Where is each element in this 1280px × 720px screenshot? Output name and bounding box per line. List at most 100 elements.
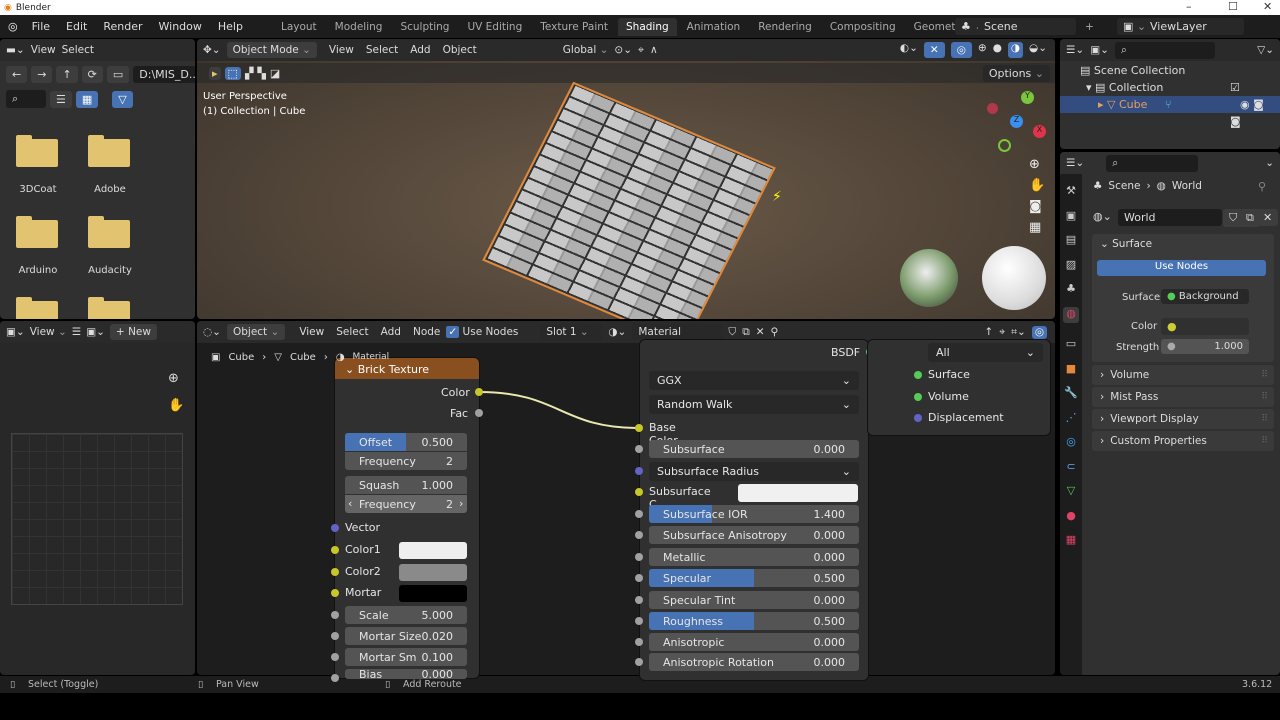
input-socket[interactable] [635,658,643,666]
fac-output-socket[interactable] [475,409,483,417]
menu-render[interactable]: Render [95,20,150,33]
tab-compositing[interactable]: Compositing [822,18,904,36]
options-button[interactable]: Options [982,64,1050,82]
zoom-icon[interactable]: ⊕ [168,371,179,386]
use-nodes-checkbox[interactable]: ✓ Use Nodes [446,326,518,338]
strength-field[interactable]: ● 1.000 [1161,339,1249,354]
node-menu-add[interactable]: Add [381,326,401,338]
cube-row[interactable]: ▸ ▽ Cube ⑂ ◉ ◙ [1060,96,1280,113]
light-object[interactable]: ⚡ [772,189,782,205]
panel-mist-pass[interactable]: › Mist Pass ⠿ [1092,387,1274,407]
bsdf-input-field[interactable]: Subsurface IOR 1.400 [649,505,859,523]
bsdf-input-field[interactable]: Roughness 0.500 [649,612,859,630]
tab-texture-paint[interactable]: Texture Paint [532,18,616,36]
tab-modeling[interactable]: Modeling [327,18,391,36]
pan-hand-icon[interactable]: ✋ [168,398,184,413]
visibility-icon[interactable]: ◐⌄ [900,42,918,58]
panel-volume[interactable]: › Volume ⠿ [1092,365,1274,385]
input-socket[interactable] [635,574,643,582]
cube-visibility-icons[interactable]: ◉ ◙ [1240,96,1264,113]
input-socket[interactable] [635,553,643,561]
use-nodes-button[interactable]: Use Nodes [1097,260,1266,276]
view-layer-icon[interactable]: ▨ [1063,258,1079,274]
editor-type-icon[interactable]: ◌⌄ [203,326,221,338]
drag-handle-icon[interactable]: ⠿ [1261,436,1268,446]
tab-shading[interactable]: Shading [618,17,677,36]
subsurface-radius-socket[interactable] [635,467,643,475]
viewport-menu-view[interactable]: View [329,44,354,56]
folder-icon[interactable] [16,216,58,248]
folder-label[interactable]: Adobe [74,184,146,195]
select-mode-extend[interactable]: ▞ [245,67,253,80]
snap-target-icon[interactable]: ⌗⌄ [1011,326,1026,339]
blender-menu-icon[interactable]: ◎ [0,20,24,33]
scene-name-field[interactable]: Scene [978,18,1076,35]
proportional-edit-icon[interactable]: ∧ [650,44,658,56]
color-socket-field[interactable]: ● [1161,318,1249,335]
input-socket[interactable] [331,632,339,640]
surface-panel-header[interactable]: ⌄ Surface [1100,238,1152,250]
select-tool-icon[interactable]: ▸ [209,66,221,80]
camera-view-icon[interactable]: ◙ [1029,199,1045,214]
folder-icon[interactable] [16,297,58,319]
drag-handle-icon[interactable]: ⠿ [1261,370,1268,380]
hamburger-menu-icon[interactable]: ☰ [72,326,81,338]
output-icon[interactable]: ▤ [1063,233,1079,249]
select-menu[interactable]: Select [62,44,94,56]
increment-arrow-icon[interactable]: › [459,497,463,510]
solid-shading[interactable]: ● [993,42,1002,58]
search-icon[interactable]: ⌕ [6,90,46,108]
display-mode-icon[interactable]: ▣⌄ [1090,44,1109,56]
offset-field[interactable]: Offset 0.500 [345,433,467,451]
z-axis-icon[interactable]: Z [1010,115,1023,128]
decrement-arrow-icon[interactable]: ‹ [348,497,352,510]
scene-icon[interactable]: ♣ [1063,282,1079,298]
options-chevron-icon[interactable]: ⌄ [1265,157,1274,169]
parent-node-tree-icon[interactable]: ↑ [984,326,993,339]
input-socket[interactable] [635,638,643,646]
menu-window[interactable]: Window [151,20,210,33]
parent-dir-button[interactable]: ↑ [56,66,78,83]
displacement-input-socket[interactable] [914,414,922,422]
bsdf-input-field[interactable]: Anisotropic Rotation 0.000 [649,653,859,671]
mode-selector[interactable]: Object Mode [226,42,317,58]
refresh-button[interactable]: ⟳ [81,66,103,83]
folder-label[interactable]: Arduino [2,265,74,276]
pan-hand-icon[interactable]: ✋ [1029,178,1045,193]
breadcrumb-material[interactable]: Material [353,352,390,363]
world-icon[interactable]: ◍ [1063,306,1079,323]
brick-input-field[interactable]: Bias 0.000 [345,669,467,679]
bsdf-input-field[interactable]: Metallic 0.000 [649,548,859,566]
unlink-icon[interactable]: ✕ [756,326,765,338]
view-layer-field[interactable]: ViewLayer [1144,18,1244,35]
input-socket[interactable] [635,617,643,625]
subsurface-method-dropdown[interactable]: Random Walk ⌄ [649,395,859,414]
squash-frequency-field[interactable]: Frequency 2 [345,495,467,513]
slot-selector[interactable]: Slot 1 [540,324,603,340]
subsurface-radius-dropdown[interactable]: Subsurface Radius ⌄ [649,462,859,481]
subsurface-color-socket[interactable] [635,488,643,496]
node-menu-view[interactable]: View [299,326,324,338]
perspective-grid-icon[interactable]: ▦ [1029,220,1045,235]
folder-icon[interactable] [88,135,130,167]
tab-uv-editing[interactable]: UV Editing [459,18,530,36]
menu-file[interactable]: File [24,20,58,33]
brick-input-field[interactable]: Scale 5.000 [345,606,467,624]
target-dropdown[interactable]: All ⌄ [928,343,1043,362]
properties-search-icon[interactable]: ⌕ [1106,154,1199,172]
material-name-field[interactable]: Material [632,324,723,340]
rendered-shading[interactable]: ◒⌄ [1029,42,1047,58]
view-menu[interactable]: View [31,44,56,56]
breadcrumb-mesh[interactable]: Cube [290,352,316,363]
color-output-socket[interactable] [475,388,483,396]
properties-type-icon[interactable]: ☰⌄ [1066,157,1084,169]
brick-cube-mesh[interactable] [482,81,776,319]
folder-icon[interactable] [88,216,130,248]
path-field[interactable]: D:\MIS_D... [133,66,195,83]
world-name-field[interactable]: World [1118,209,1222,226]
material-browse-icon[interactable]: ◑⌄ [608,326,626,338]
surface-input-socket[interactable] [914,371,922,379]
frequency-field[interactable]: Frequency 2 [345,452,467,470]
gizmo-toggle[interactable]: ✕ [923,42,945,58]
duplicate-icon[interactable]: ⧉ [742,326,750,339]
